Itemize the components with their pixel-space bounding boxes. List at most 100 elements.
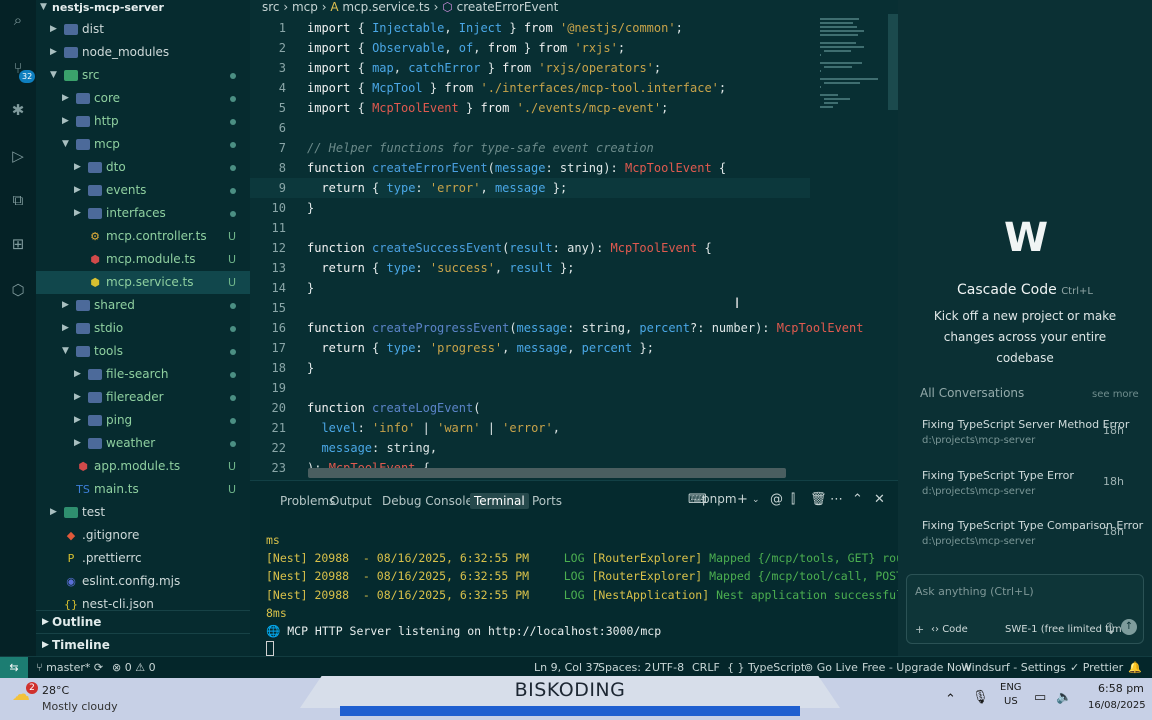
folder-item[interactable]: ▶ node_modules: [36, 41, 250, 64]
mode-selector[interactable]: ‹› Code: [931, 624, 968, 635]
code-line[interactable]: 3 import { map, catchError } from 'rxjs/o…: [250, 58, 810, 78]
vertical-scrollbar[interactable]: [888, 14, 898, 110]
folder-item[interactable]: ▼ tools: [36, 340, 250, 363]
code-line[interactable]: 1 import { Injectable, Inject } from '@ne…: [250, 18, 810, 38]
code-line[interactable]: 12 function createSuccessEvent(result: an…: [250, 238, 810, 258]
file-item[interactable]: ⚙ mcp.controller.ts U: [36, 225, 250, 248]
chat-input[interactable]: Ask anything (Ctrl+L): [915, 585, 1034, 598]
folder-item[interactable]: ▼ mcp: [36, 133, 250, 156]
folder-item[interactable]: ▶ dist: [36, 18, 250, 41]
folder-item[interactable]: ▶ stdio: [36, 317, 250, 340]
cursor-position[interactable]: Ln 9, Col 37: [534, 657, 600, 679]
panel-tab-terminal[interactable]: Terminal: [470, 493, 529, 509]
code-line[interactable]: 14}: [250, 278, 810, 298]
indentation[interactable]: Spaces: 2: [598, 657, 651, 679]
timeline-section[interactable]: ▶ Timeline: [36, 633, 250, 656]
code-line[interactable]: 22 message: string,: [250, 438, 810, 458]
clock-time[interactable]: 6:58 pm: [1098, 682, 1144, 695]
volume-icon[interactable]: 🔈: [1056, 690, 1072, 705]
code-line[interactable]: 2 import { Observable, of, from } from 'r…: [250, 38, 810, 58]
copilot-icon[interactable]: @: [770, 492, 783, 507]
code-line[interactable]: 9 return { type: 'error', message };: [250, 178, 810, 198]
file-item[interactable]: ⬢ mcp.module.ts U: [36, 248, 250, 271]
breadcrumb-symbol[interactable]: createErrorEvent: [457, 0, 559, 14]
folder-item[interactable]: ▶ core: [36, 87, 250, 110]
chevron-down-icon[interactable]: ⌄: [752, 495, 760, 505]
code-line[interactable]: 19: [250, 378, 810, 398]
folder-item[interactable]: ▶ shared: [36, 294, 250, 317]
branch-indicator[interactable]: ⑂ master* ⟳: [36, 657, 103, 679]
conversation-item[interactable]: Fixing TypeScript Server Method Error d:\…: [922, 418, 1144, 446]
close-icon[interactable]: ✕: [874, 492, 885, 507]
chevron-up-icon[interactable]: ⌃: [945, 692, 956, 707]
windsurf-settings[interactable]: Windsurf - Settings: [961, 657, 1066, 679]
code-editor[interactable]: src › mcp › A mcp.service.ts › ⬡ createE…: [250, 0, 898, 480]
code-line[interactable]: 17 return { type: 'progress', message, p…: [250, 338, 810, 358]
language-indicator[interactable]: ENG: [1000, 682, 1022, 693]
bell-icon[interactable]: 🔔: [1128, 657, 1142, 679]
breadcrumb-file[interactable]: mcp.service.ts: [342, 0, 429, 14]
code-line[interactable]: 5 import { McpToolEvent } from './events/…: [250, 98, 810, 118]
run-icon[interactable]: ▷: [8, 146, 28, 166]
remote-icon[interactable]: ⇆: [0, 657, 28, 679]
terminal-shell-label[interactable]: pnpm: [702, 492, 737, 506]
clock-date[interactable]: 16/08/2025: [1088, 700, 1146, 711]
plus-icon[interactable]: +: [915, 623, 924, 636]
horizontal-scrollbar[interactable]: [308, 468, 786, 478]
panel-tab-debug-console[interactable]: Debug Console: [382, 493, 473, 509]
folder-item[interactable]: ▶ file-search: [36, 363, 250, 386]
code-line[interactable]: 18}: [250, 358, 810, 378]
maximize-panel-icon[interactable]: ⌃: [852, 492, 863, 507]
chat-input-box[interactable]: Ask anything (Ctrl+L) + ‹› Code SWE-1 (f…: [906, 574, 1144, 644]
code-line[interactable]: 4 import { McpTool } from './interfaces/m…: [250, 78, 810, 98]
code-line[interactable]: 7 // Helper functions for type-safe event…: [250, 138, 810, 158]
folder-item[interactable]: ▶ ping: [36, 409, 250, 432]
file-item[interactable]: TS main.ts U: [36, 478, 250, 501]
cube-icon[interactable]: ⬡: [8, 280, 28, 300]
code-line[interactable]: 16 function createProgressEvent(message: …: [250, 318, 864, 338]
folder-item[interactable]: ▶ weather: [36, 432, 250, 455]
line-ending[interactable]: CRLF: [692, 657, 720, 679]
debug-icon[interactable]: ✱: [8, 100, 28, 120]
split-terminal-icon[interactable]: ⫿: [791, 492, 795, 507]
outline-section[interactable]: ▶ Outline: [36, 610, 250, 633]
code-line[interactable]: 20 function createLogEvent(: [250, 398, 810, 418]
conversation-item[interactable]: Fixing TypeScript Type Error d:\projects\…: [922, 469, 1144, 497]
code-line[interactable]: 15: [250, 298, 810, 318]
code-line[interactable]: 6: [250, 118, 810, 138]
code-line[interactable]: 10}: [250, 198, 810, 218]
explorer-root[interactable]: ▼ nestjs-mcp-server: [36, 0, 250, 19]
microphone-icon[interactable]: 🎙: [1103, 622, 1117, 635]
upgrade-link[interactable]: Free - Upgrade Now: [862, 657, 971, 679]
file-item[interactable]: ◆ .gitignore: [36, 524, 250, 547]
folder-item[interactable]: ▶ dto: [36, 156, 250, 179]
language-mode[interactable]: { } TypeScript: [727, 657, 805, 679]
file-item[interactable]: ⬢ mcp.service.ts U: [36, 271, 250, 294]
search-icon[interactable]: ⌕: [8, 10, 28, 30]
send-icon[interactable]: ↑: [1121, 619, 1137, 635]
go-live-button[interactable]: ⊚ Go Live: [804, 657, 858, 679]
see-more-link[interactable]: see more: [1092, 389, 1139, 400]
code-line[interactable]: 8 function createErrorEvent(message: stri…: [250, 158, 810, 178]
file-item[interactable]: ⬢ app.module.ts U: [36, 455, 250, 478]
folder-item[interactable]: ▶ test: [36, 501, 250, 524]
panel-tab-ports[interactable]: Ports: [532, 493, 562, 509]
conversation-item[interactable]: Fixing TypeScript Type Comparison Error d…: [922, 519, 1144, 547]
network-icon[interactable]: ▭: [1034, 690, 1046, 705]
trash-icon[interactable]: 🗑: [810, 492, 827, 507]
file-item[interactable]: ◉ eslint.config.mjs: [36, 570, 250, 593]
microphone-icon[interactable]: 🎙: [972, 690, 989, 705]
encoding[interactable]: UTF-8: [652, 657, 684, 679]
code-line[interactable]: 13 return { type: 'success', result };: [250, 258, 810, 278]
folder-item[interactable]: ▶ http: [36, 110, 250, 133]
remote-explorer-icon[interactable]: ⧉: [8, 190, 28, 210]
file-item[interactable]: P .prettierrc: [36, 547, 250, 570]
problems-indicator[interactable]: ⊗ 0 ⚠ 0: [112, 657, 156, 679]
folder-item[interactable]: ▶ interfaces: [36, 202, 250, 225]
folder-item[interactable]: ▶ filereader: [36, 386, 250, 409]
breadcrumb-mcp[interactable]: mcp: [292, 0, 318, 14]
minimap[interactable]: [820, 14, 890, 214]
breadcrumb-src[interactable]: src: [262, 0, 280, 14]
folder-item[interactable]: ▶ events: [36, 179, 250, 202]
more-icon[interactable]: ⋯: [830, 492, 843, 507]
